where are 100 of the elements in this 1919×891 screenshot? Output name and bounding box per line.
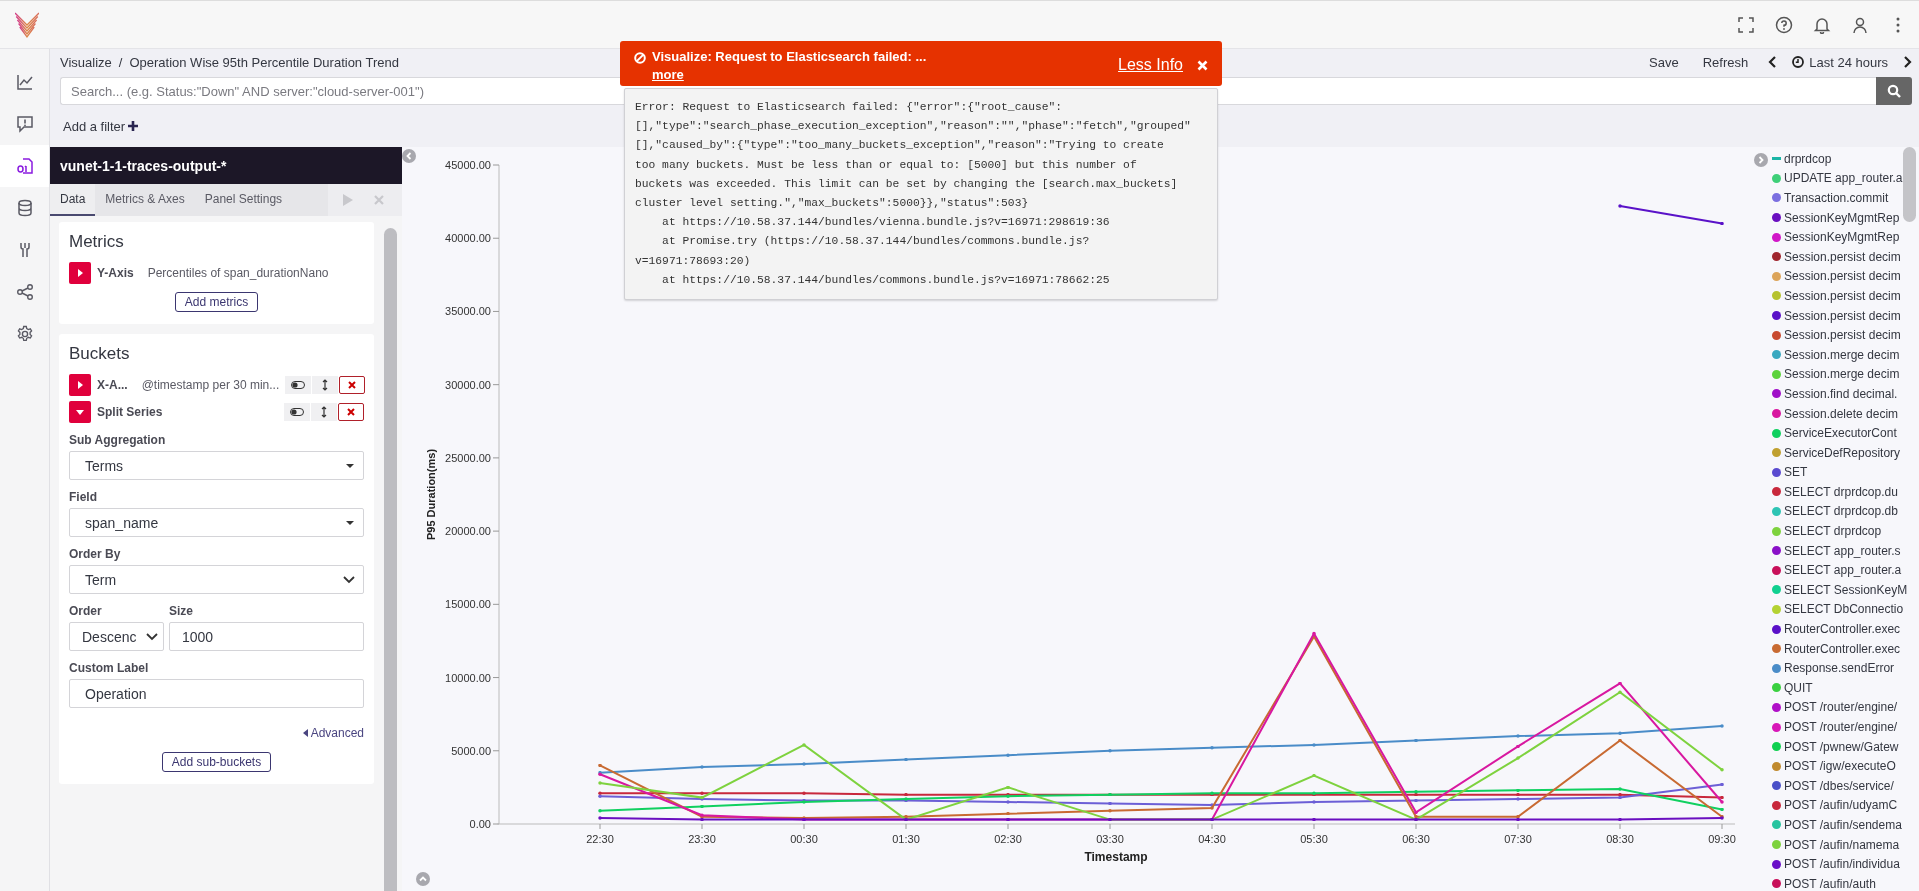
- legend-label[interactable]: SELECT app_router.s: [1784, 543, 1901, 558]
- legend-label[interactable]: SessionKeyMgmtRep: [1784, 230, 1900, 245]
- select-value: span_name: [85, 514, 159, 531]
- legend-label[interactable]: SELECT app_router.a: [1784, 563, 1902, 578]
- y-tick-label: 0.00: [469, 818, 491, 830]
- index-pattern-title: vunet-1-1-traces-output-*: [50, 147, 402, 184]
- y-tick-label: 20000.00: [445, 525, 491, 538]
- legend-label[interactable]: Session.merge decim: [1784, 367, 1900, 382]
- legend-label[interactable]: UPDATE app_router.a: [1784, 171, 1903, 186]
- legend-label[interactable]: Session.persist decim: [1784, 328, 1901, 343]
- add-sub-buckets-button[interactable]: Add sub-buckets: [161, 752, 272, 772]
- text-field[interactable]: Operation: [69, 679, 364, 708]
- section-title: Buckets: [69, 344, 131, 364]
- editor-tab[interactable]: Metrics & Axes: [95, 184, 195, 216]
- legend-label[interactable]: POST /aufin/udyamC: [1784, 798, 1898, 813]
- page-title: Operation Wise 95th Percentile Duration Trend: [129, 54, 399, 70]
- select-field[interactable]: span_name: [69, 508, 364, 537]
- legend-label[interactable]: Session.persist decim: [1784, 308, 1901, 323]
- y-tick-label: 40000.00: [445, 232, 491, 245]
- legend-label[interactable]: POST /aufin/namema: [1784, 837, 1900, 852]
- legend-label[interactable]: SELECT drprdcop.du: [1784, 484, 1898, 499]
- select-value: Terms: [85, 457, 124, 474]
- legend-label[interactable]: POST /router/engine/: [1784, 700, 1898, 715]
- legend-label[interactable]: SELECT drprdcop.db: [1784, 504, 1898, 519]
- x-tick-label: 08:30: [1606, 833, 1634, 845]
- legend-label[interactable]: Session.merge decim: [1784, 347, 1900, 362]
- legend-label[interactable]: POST /aufin/auth: [1784, 876, 1876, 891]
- legend-label[interactable]: SELECT DbConnectio: [1784, 602, 1904, 617]
- legend-label[interactable]: Response.sendError: [1784, 661, 1895, 676]
- aggregation-label: Y-Axis: [97, 266, 134, 280]
- field-label: Custom Label: [69, 661, 150, 675]
- legend-label[interactable]: SELECT SessionKeyM: [1784, 582, 1908, 597]
- legend-label[interactable]: Session.persist decim: [1784, 288, 1901, 303]
- x-tick-label: 03:30: [1096, 833, 1124, 845]
- x-tick-label: 09:30: [1708, 833, 1736, 845]
- breadcrumb-separator: /: [118, 54, 123, 70]
- legend-label[interactable]: Transaction.commit: [1784, 191, 1889, 205]
- legend-label[interactable]: Session.persist decim: [1784, 269, 1901, 284]
- y-tick-label: 10000.00: [445, 671, 491, 684]
- field-label: Size: [169, 604, 194, 618]
- text-field[interactable]: 1000: [169, 622, 364, 651]
- editor-tab[interactable]: Panel Settings: [194, 184, 293, 216]
- legend-label[interactable]: RouterController.exec: [1784, 622, 1901, 637]
- legend-label[interactable]: POST /pwnew/Gatew: [1784, 739, 1899, 754]
- more-link[interactable]: more: [652, 67, 684, 82]
- add-metrics-button[interactable]: Add metrics: [174, 292, 259, 312]
- y-tick-label: 15000.00: [445, 598, 491, 611]
- legend-label[interactable]: SessionKeyMgmtRep: [1784, 210, 1900, 225]
- y-axis-title: P95 Duration(ms): [425, 448, 437, 541]
- legend-label[interactable]: RouterController.exec: [1784, 641, 1901, 656]
- add-filter-button[interactable]: Add a filter: [63, 118, 139, 134]
- error-details: Error: Request to Elasticsearch failed: {"error":{"root_cause": [],"type":"search_phase_execution_exception","reason":"","phase":"fetch","grouped" [],"caused_by":{"type":"too_many_buckets_exception","reason":"Trying to create too many buckets. Must be less than or equal to: [5000] but this number of buckets was exceeded. This limit can be set by changing the [search.max_buckets] cluster level setting.","max_buckets":5000}},"status":503} at https://10.58.37.144/bundles/vienna.bundle.js?v=16971:298619:36 at Promise.try (https://10.58.37.144/bundles/commons.bundle.js? v=16971:78693:20) at https://10.58.37.144/bundles/commons.bundle.js?v=16971:78662:25: [624, 88, 1218, 301]
- y-tick-label: 5000.00: [451, 744, 491, 757]
- legend-label[interactable]: drprdcop: [1784, 151, 1832, 166]
- aggregation-description: @timestamp per 30 min...: [141, 378, 280, 392]
- toolbar-button[interactable]: Refresh: [1702, 54, 1749, 70]
- field-label: Order: [69, 604, 103, 618]
- editor-tab[interactable]: Data: [50, 184, 96, 216]
- y-tick-label: 30000.00: [445, 378, 491, 391]
- legend-label[interactable]: SELECT drprdcop: [1784, 524, 1882, 539]
- legend-label[interactable]: Session.delete decim: [1784, 406, 1899, 421]
- aggregation-label: Split Series: [97, 405, 163, 419]
- select-field[interactable]: Term: [69, 565, 364, 594]
- time-range-picker[interactable]: Last 24 hours: [1792, 54, 1888, 70]
- y-tick-label: 45000.00: [445, 159, 491, 171]
- legend-label[interactable]: ServiceDefRepository: [1784, 445, 1901, 460]
- x-tick-label: 22:30: [586, 833, 614, 845]
- legend-label[interactable]: SET: [1784, 465, 1808, 480]
- field-label: Field: [69, 490, 98, 504]
- breadcrumb-link[interactable]: Visualize: [60, 54, 112, 70]
- legend-label[interactable]: POST /igw/executeO: [1784, 759, 1896, 774]
- x-tick-label: 23:30: [688, 833, 716, 845]
- legend-label[interactable]: POST /aufin/sendema: [1784, 818, 1902, 832]
- select-field[interactable]: Terms: [69, 451, 364, 480]
- select-value: Descenc: [82, 628, 137, 645]
- aggregation-description: Percentiles of span_durationNano: [147, 266, 329, 280]
- aggregation-label: X-A...: [97, 378, 128, 392]
- select-value: Term: [85, 571, 117, 588]
- y-tick-label: 35000.00: [445, 305, 491, 318]
- select-field[interactable]: Descenc: [69, 622, 164, 651]
- less-info-link[interactable]: Less Info: [1118, 56, 1183, 74]
- error-title: Visualize: Request to Elasticsearch failed: ...: [652, 48, 927, 66]
- toolbar-button[interactable]: Save: [1649, 54, 1679, 70]
- advanced-link[interactable]: Advanced: [310, 726, 364, 740]
- legend-label[interactable]: POST /dbes/service/: [1784, 778, 1894, 793]
- x-tick-label: 04:30: [1198, 833, 1226, 845]
- legend-label[interactable]: Session.persist decim: [1784, 249, 1901, 264]
- x-axis-title: Timestamp: [1084, 850, 1148, 864]
- field-label: Order By: [69, 547, 122, 561]
- x-tick-label: 02:30: [994, 833, 1022, 845]
- legend-label[interactable]: ServiceExecutorCont: [1784, 426, 1897, 441]
- legend-label[interactable]: POST /router/engine/: [1784, 720, 1898, 734]
- section-title: Metrics: [69, 232, 125, 252]
- legend-label[interactable]: QUIT: [1784, 680, 1813, 695]
- x-tick-label: 05:30: [1300, 833, 1328, 845]
- legend-label[interactable]: Session.find decimal.: [1784, 386, 1898, 401]
- legend-label[interactable]: POST /aufin/individua: [1784, 857, 1900, 872]
- y-tick-label: 25000.00: [445, 451, 491, 464]
- x-tick-label: 00:30: [790, 833, 818, 845]
- x-tick-label: 07:30: [1504, 833, 1532, 845]
